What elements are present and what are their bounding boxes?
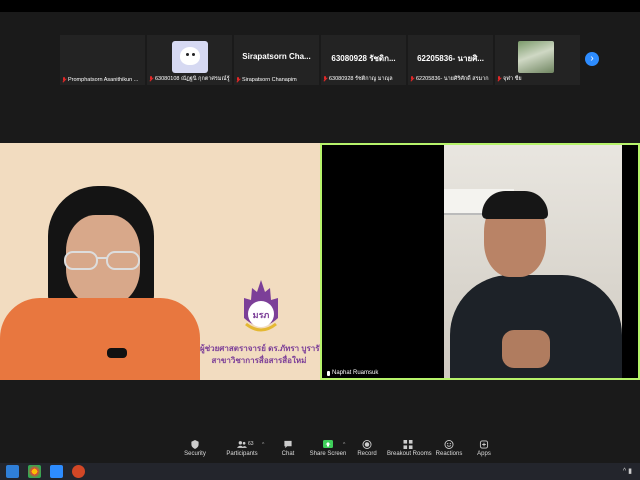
- participant-name: 63080108 ณัฏฐนิ กุกตาศรมณ์รู้: [155, 76, 230, 82]
- participant-tile[interactable]: Promphatsorn Asanithikun ...: [60, 35, 145, 85]
- participant-tile[interactable]: 63080928 รัชดิก... 63080928 รัชติกาญ มาญ…: [321, 35, 406, 85]
- record-button[interactable]: Record: [353, 435, 381, 463]
- security-button[interactable]: Security: [178, 435, 212, 463]
- breakout-rooms-button[interactable]: Breakout Rooms: [387, 435, 432, 463]
- university-logo-icon: มรภ: [244, 280, 278, 332]
- avatar: [172, 41, 208, 73]
- zoom-icon[interactable]: [50, 465, 63, 478]
- participants-button[interactable]: Participants: [222, 435, 262, 463]
- participants-count: 63: [248, 441, 254, 447]
- record-icon: [362, 440, 372, 449]
- participant-caption: 63080108 ณัฏฐนิ กุกตาศรมณ์รู้: [149, 75, 230, 83]
- speaker-title-line2: สาขาวิชาการสื่อสารสื่อใหม่: [211, 356, 307, 365]
- participant-display-name: 63080928 รัชดิก...: [331, 54, 396, 63]
- speaker-video-right: Naphat Ruamsuk: [320, 143, 640, 380]
- apps-icon: [479, 440, 489, 449]
- reactions-label: Reactions: [435, 451, 463, 457]
- muted-mic-icon: [149, 76, 153, 82]
- speaker-shirt: [0, 298, 200, 380]
- chevron-right-icon[interactable]: ›: [585, 52, 599, 66]
- chat-icon: [284, 440, 292, 449]
- participant-caption: 62205836- นายศิริศักดิ์ สรมาก: [410, 75, 491, 83]
- apps-button[interactable]: Apps: [472, 435, 496, 463]
- speaker-hair: [482, 191, 548, 219]
- participant-caption: Promphatsorn Asanithikun ...: [62, 77, 143, 83]
- participant-name: Sirapatsorn Chanapim: [242, 77, 297, 83]
- muted-mic-icon: [62, 77, 66, 83]
- participant-photo: [518, 41, 554, 73]
- system-tray-icon[interactable]: ^ ▮: [623, 467, 632, 475]
- muted-mic-icon: [410, 76, 414, 82]
- participants-label: Participants: [226, 451, 258, 457]
- record-label: Record: [357, 451, 377, 457]
- mail-icon[interactable]: [6, 465, 19, 478]
- participant-name: 63080928 รัชติกาญ มาญุล: [329, 76, 393, 82]
- chevron-up-icon[interactable]: ^: [343, 442, 345, 448]
- participant-name: จุฬา ชื่ย: [503, 76, 522, 82]
- participant-name: Promphatsorn Asanithikun ...: [68, 77, 139, 83]
- share-screen-button[interactable]: Share Screen: [309, 435, 347, 463]
- avatar-eye: [186, 53, 189, 56]
- apps-label: Apps: [477, 451, 491, 457]
- os-taskbar: ^ ▮: [0, 463, 640, 480]
- reactions-button[interactable]: Reactions: [434, 435, 464, 463]
- avatar-face: [180, 47, 200, 65]
- svg-text:มรภ: มรภ: [253, 310, 270, 320]
- security-label: Security: [184, 451, 206, 457]
- chrome-icon[interactable]: [28, 465, 41, 478]
- microphone-icon: [107, 348, 127, 358]
- participant-thumbnail-strip: Promphatsorn Asanithikun ... 63080108 ณั…: [60, 35, 580, 85]
- participant-caption: 63080928 รัชติกาญ มาญุล: [323, 75, 404, 83]
- share-screen-label: Share Screen: [309, 451, 347, 457]
- participant-name: 62205836- นายศิริศักดิ์ สรมาก: [416, 76, 489, 82]
- mic-icon: [327, 370, 330, 376]
- participants-icon: [237, 441, 247, 448]
- participant-caption: Sirapatsorn Chanapim: [236, 77, 317, 83]
- participant-display-name: Sirapatsorn Cha...: [242, 52, 311, 61]
- window-top-bar: [0, 0, 640, 12]
- share-screen-icon: [323, 440, 333, 448]
- chevron-up-icon[interactable]: ^: [262, 442, 264, 448]
- chat-label: Chat: [281, 451, 295, 457]
- participant-tile[interactable]: Sirapatsorn Cha... Sirapatsorn Chanapim: [234, 35, 319, 85]
- participant-display-name: 62205836- นายศิ...: [417, 54, 484, 63]
- powerpoint-icon[interactable]: [72, 465, 85, 478]
- chat-button[interactable]: Chat: [275, 435, 301, 463]
- participant-tile[interactable]: 63080108 ณัฏฐนิ กุกตาศรมณ์รู้: [147, 35, 232, 85]
- muted-mic-icon: [497, 76, 501, 82]
- speaker-name: Naphat Ruamsuk: [332, 370, 379, 376]
- meeting-toolbar: Security Participants 63 ^ Chat Share Sc…: [0, 435, 640, 463]
- avatar-eye: [192, 53, 195, 56]
- smiley-icon: [444, 440, 454, 449]
- muted-mic-icon: [323, 76, 327, 82]
- video-name-label: Naphat Ruamsuk: [324, 369, 382, 377]
- participant-caption: จุฬา ชื่ย: [497, 75, 578, 83]
- participant-tile[interactable]: จุฬา ชื่ย: [495, 35, 580, 85]
- muted-mic-icon: [236, 77, 240, 83]
- participant-tile[interactable]: 62205836- นายศิ... 62205836- นายศิริศักด…: [408, 35, 493, 85]
- shield-icon: [191, 440, 199, 449]
- breakout-rooms-label: Breakout Rooms: [387, 451, 432, 457]
- speaker-hands: [502, 330, 550, 368]
- breakout-rooms-icon: [403, 440, 413, 449]
- glasses-icon: [64, 251, 140, 270]
